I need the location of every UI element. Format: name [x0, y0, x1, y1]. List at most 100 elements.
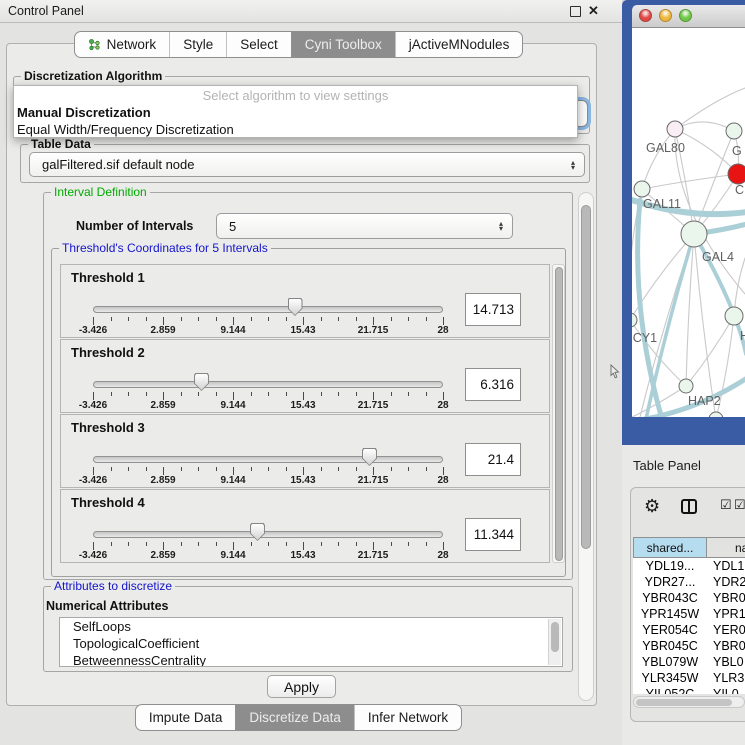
bottom-tab-impute-data[interactable]: Impute Data	[136, 705, 236, 730]
table-cell[interactable]: YBL079W	[633, 654, 707, 670]
bottom-tab-discretize-data[interactable]: Discretize Data	[235, 705, 354, 730]
table-cell[interactable]: YIL052C	[633, 686, 707, 694]
table-row[interactable]: YDR27...YDR2	[633, 574, 745, 590]
thresholds-scrollbar[interactable]	[552, 264, 565, 563]
float-window-icon[interactable]	[570, 6, 581, 17]
network-edge[interactable]	[642, 174, 738, 189]
attribute-item-selfloops[interactable]: SelfLoops	[60, 618, 562, 635]
threshold-slider-track[interactable]	[93, 381, 443, 388]
network-view-titlebar[interactable]	[632, 5, 745, 28]
network-node-label: GCY1	[632, 331, 657, 345]
threshold-slider-track[interactable]	[93, 456, 443, 463]
threshold-value-input[interactable]: 21.4	[465, 443, 521, 476]
table-row[interactable]: YIL052CYIL0	[633, 686, 745, 694]
spinner-stepper-icon: ▴▾	[499, 221, 503, 231]
network-edge[interactable]	[638, 200, 662, 417]
attributes-group-label: Attributes to discretize	[51, 580, 175, 593]
close-icon[interactable]: ✕	[588, 0, 599, 22]
bottom-tab-infer-network[interactable]: Infer Network	[354, 705, 461, 730]
table-row[interactable]: YBR043CYBR0	[633, 590, 745, 606]
table-cell[interactable]: YLR345W	[633, 670, 707, 686]
table-cell[interactable]: YPR1	[707, 606, 745, 622]
tab-style[interactable]: Style	[169, 32, 226, 57]
interval-definition-group: Interval Definition Number of Intervals …	[43, 192, 573, 580]
network-node-gal80[interactable]	[667, 121, 683, 137]
mouse-cursor-icon	[610, 364, 620, 379]
table-cell[interactable]: YBR045C	[633, 638, 707, 654]
threshold-value-input[interactable]: 6.316	[465, 368, 521, 401]
table-cell[interactable]: YER054C	[633, 622, 707, 638]
slider-thumb[interactable]	[250, 523, 265, 541]
threshold-slider-track[interactable]	[93, 531, 443, 538]
column-icon[interactable]	[681, 499, 697, 514]
number-of-intervals-spinner[interactable]: 5 ▴▾	[216, 213, 513, 239]
network-node-h[interactable]	[725, 307, 743, 325]
slider-thumb[interactable]	[194, 373, 209, 391]
table-row[interactable]: YER054CYER0	[633, 622, 745, 638]
network-node[interactable]	[709, 412, 723, 417]
table-cell[interactable]: YLR3	[707, 670, 744, 686]
table-cell[interactable]: YDR27...	[633, 574, 707, 590]
attribute-item-betweennesscentrality[interactable]: BetweennessCentrality	[60, 652, 562, 667]
table-cell[interactable]: YBR0	[707, 590, 745, 606]
table-column-header-shared[interactable]: shared...	[633, 537, 707, 558]
table-cell[interactable]: YDL19...	[633, 558, 707, 574]
tab-network[interactable]: Network	[75, 32, 170, 57]
control-panel-titlebar[interactable]: Control Panel ✕	[0, 0, 622, 23]
slider-thumb[interactable]	[362, 448, 377, 466]
apply-button[interactable]: Apply	[267, 675, 336, 698]
slider-thumb[interactable]	[288, 298, 303, 316]
table-cell[interactable]: YPR145W	[633, 606, 707, 622]
threshold-panel-4: Threshold 4-3.4262.8599.14415.4321.71528…	[60, 489, 550, 563]
network-node-gal11[interactable]	[634, 181, 650, 197]
algorithm-option-manual-discretization[interactable]: Manual Discretization	[14, 104, 577, 121]
table-row[interactable]: YDL19...YDL1	[633, 558, 745, 574]
slider-tick-labels: -3.4262.8599.14415.4321.71528	[93, 325, 443, 336]
zoom-traffic-icon[interactable]	[679, 9, 692, 22]
network-node-c[interactable]	[728, 164, 745, 184]
tab-cyni-toolbox[interactable]: Cyni Toolbox	[291, 32, 395, 57]
numerical-attributes-list[interactable]: SelfLoopsTopologicalCoefficientBetweenne…	[59, 617, 563, 667]
network-edge[interactable]	[694, 131, 734, 234]
control-panel-scrollbar[interactable]	[578, 192, 594, 701]
network-node-label: G	[732, 144, 742, 158]
tab-jactivemnodules[interactable]: jActiveMNodules	[395, 32, 523, 57]
table-row[interactable]: YLR345WYLR3	[633, 670, 745, 686]
network-edge[interactable]	[632, 320, 686, 386]
gear-icon[interactable]: ⚙	[644, 496, 660, 516]
network-edge[interactable]	[642, 129, 675, 189]
attribute-item-topologicalcoefficient[interactable]: TopologicalCoefficient	[60, 635, 562, 652]
table-cell[interactable]: YDR2	[707, 574, 745, 590]
network-canvas[interactable]: GAL80GCGAL11GAL4GCY1HHAP2	[632, 28, 745, 417]
algorithm-option-equal-width-frequency-discretization[interactable]: Equal Width/Frequency Discretization	[14, 121, 577, 138]
table-cell[interactable]: YER0	[707, 622, 745, 638]
network-node-g[interactable]	[726, 123, 742, 139]
attributes-list-scrollbar[interactable]	[548, 619, 561, 665]
number-of-intervals-value: 5	[229, 214, 236, 238]
network-node-gal4[interactable]	[681, 221, 707, 247]
table-panel: ⚙ ☑ ☑ shared...na YDL19...YDL1YDR27...YD…	[630, 487, 745, 722]
close-traffic-icon[interactable]	[639, 9, 652, 22]
table-cell[interactable]: YIL0	[707, 686, 739, 694]
table-cell[interactable]: YBR043C	[633, 590, 707, 606]
table-horizontal-scrollbar[interactable]	[633, 696, 745, 708]
network-node-gcy1[interactable]	[632, 313, 637, 327]
tab-select[interactable]: Select	[226, 32, 291, 57]
minimize-traffic-icon[interactable]	[659, 9, 672, 22]
table-column-header-na[interactable]: na	[707, 537, 745, 558]
network-edge[interactable]	[675, 122, 734, 131]
table-cell[interactable]: YBL0	[707, 654, 744, 670]
slider-tick-labels: -3.4262.8599.14415.4321.71528	[93, 475, 443, 486]
threshold-slider-track[interactable]	[93, 306, 443, 313]
checkbox-icon[interactable]: ☑	[720, 497, 732, 513]
network-node-hap2[interactable]	[679, 379, 693, 393]
table-cell[interactable]: YBR0	[707, 638, 745, 654]
checkbox-icon[interactable]: ☑	[734, 497, 745, 513]
table-row[interactable]: YPR145WYPR1	[633, 606, 745, 622]
table-row[interactable]: YBL079WYBL0	[633, 654, 745, 670]
table-data-combobox[interactable]: galFiltered.sif default node ▴▾	[29, 152, 585, 177]
threshold-value-input[interactable]: 11.344	[465, 518, 521, 551]
table-cell[interactable]: YDL1	[707, 558, 744, 574]
table-row[interactable]: YBR045CYBR0	[633, 638, 745, 654]
threshold-value-input[interactable]: 14.713	[465, 293, 521, 326]
